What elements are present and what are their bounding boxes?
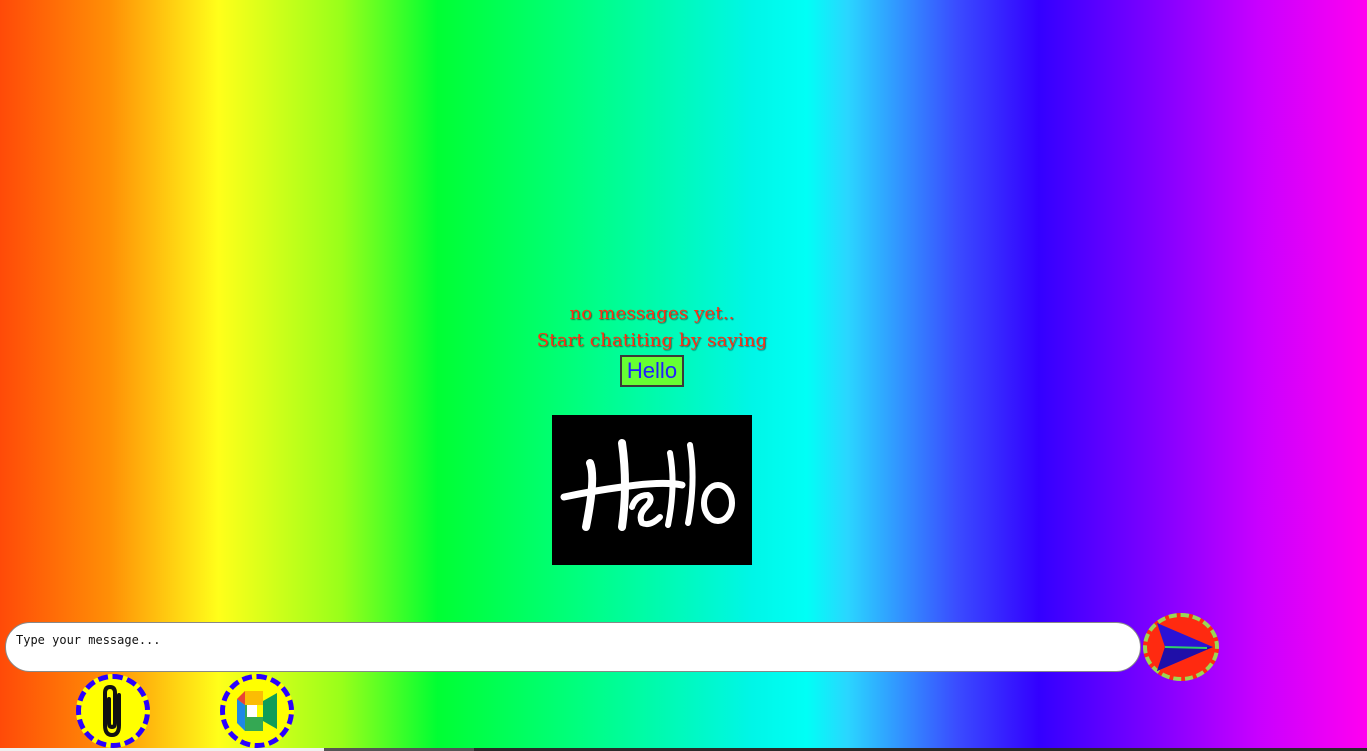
send-arrow-icon [1157, 623, 1213, 671]
paperclip-icon [103, 685, 121, 737]
attach-button[interactable] [76, 674, 150, 748]
send-button[interactable] [1143, 613, 1219, 681]
hello-lettering [552, 415, 752, 565]
start-chatting-text: Start chatiting by saying [536, 330, 768, 351]
message-input[interactable] [5, 622, 1141, 672]
empty-state: no messages yet.. Start chatiting by say… [0, 300, 1304, 387]
hello-button[interactable]: Hello [619, 355, 685, 387]
video-meet-icon [237, 691, 277, 731]
no-messages-text: no messages yet.. [569, 303, 735, 324]
video-meet-button[interactable] [220, 674, 294, 748]
hello-sticker-image[interactable] [552, 415, 752, 565]
